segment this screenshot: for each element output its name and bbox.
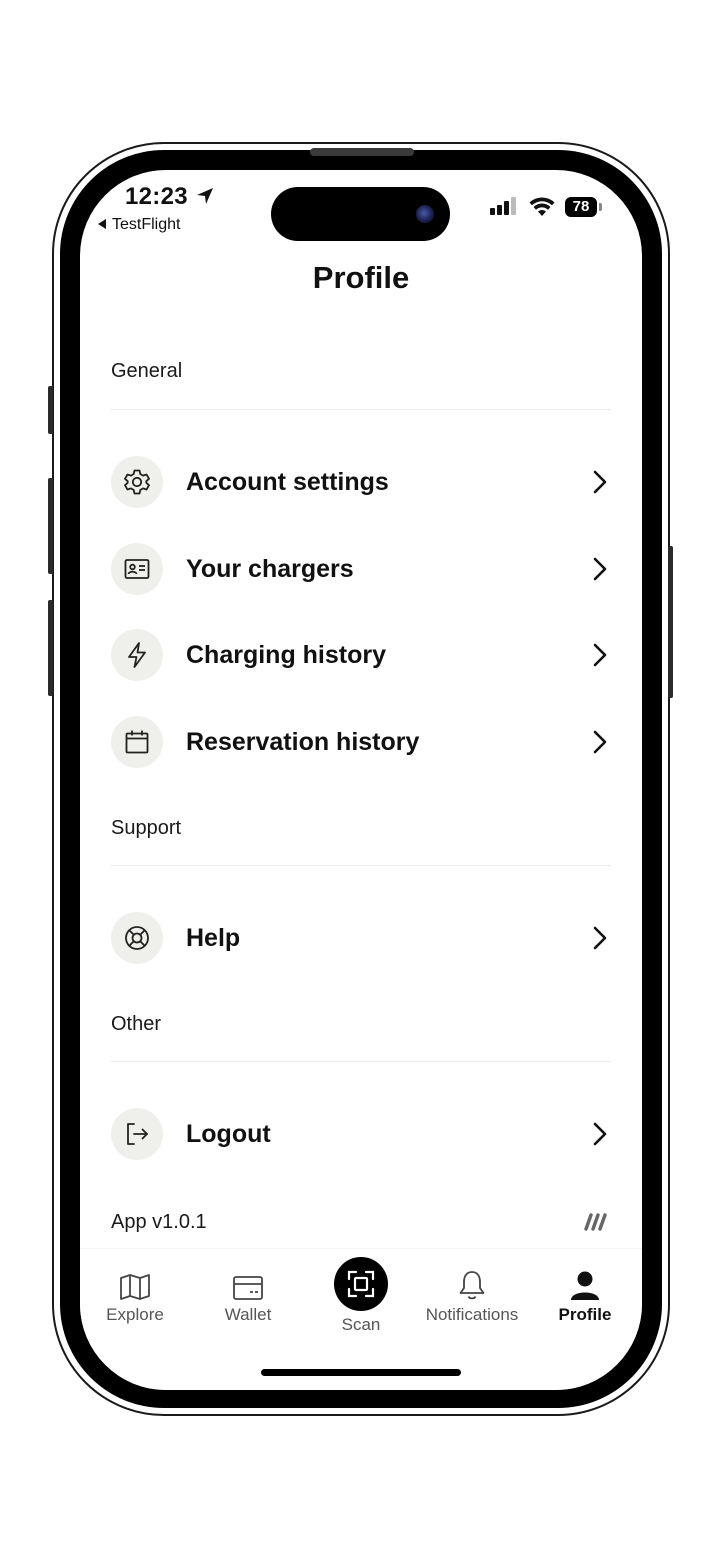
battery-tip (599, 203, 602, 211)
menu-item-help[interactable]: Help (111, 910, 611, 966)
camera-icon (416, 205, 434, 223)
page-title: Profile (312, 260, 410, 295)
map-icon (80, 1267, 190, 1301)
tab-label: Notifications (425, 1305, 519, 1324)
wallet-card-icon (193, 1267, 303, 1301)
menu-item-account-settings[interactable]: Account settings (111, 454, 611, 510)
tab-label-scan: Scan (341, 1315, 381, 1334)
lifebuoy-icon (111, 912, 163, 964)
lightning-icon (111, 629, 163, 681)
action-button (48, 386, 53, 434)
battery-indicator: 78 (565, 197, 597, 217)
section-label-support: Support (111, 817, 182, 839)
menu-item-reservation-history[interactable]: Reservation history (111, 714, 611, 770)
chevron-right-icon (593, 643, 607, 667)
calendar-icon (111, 716, 163, 768)
device-stage: 12:23 TestFlight 78 Profile General Acco… (0, 0, 720, 1558)
back-triangle-icon (98, 219, 106, 229)
menu-item-label: Account settings (186, 468, 389, 496)
section-label-general: General (111, 360, 183, 382)
tab-explore[interactable]: Explore (80, 1267, 190, 1325)
menu-item-label: Help (186, 924, 241, 952)
tab-wallet[interactable]: Wallet (193, 1267, 303, 1325)
menu-item-label: Your chargers (186, 555, 354, 583)
menu-item-charging-history[interactable]: Charging history (111, 627, 611, 683)
tab-label: Wallet (224, 1305, 272, 1324)
phone-screen: 12:23 TestFlight 78 Profile General Acco… (80, 170, 642, 1390)
divider (111, 865, 611, 866)
menu-item-label: Reservation history (186, 728, 420, 756)
power-button (668, 546, 673, 698)
tab-profile[interactable]: Profile (530, 1267, 640, 1325)
wifi-icon (529, 197, 555, 216)
status-time: 12:23 (125, 183, 188, 210)
menu-item-logout[interactable]: Logout (111, 1106, 611, 1162)
location-arrow-icon (197, 188, 213, 204)
menu-item-label: Charging history (186, 641, 387, 669)
volume-down-button (48, 600, 53, 696)
back-to-app-link[interactable]: TestFlight (98, 216, 180, 234)
cellular-signal-icon (490, 197, 516, 215)
divider (111, 1061, 611, 1062)
app-version: App v1.0.1 (111, 1211, 207, 1233)
person-icon (530, 1267, 640, 1301)
chevron-right-icon (593, 557, 607, 581)
tab-scan[interactable] (334, 1257, 388, 1311)
logout-icon (111, 1108, 163, 1160)
menu-item-your-chargers[interactable]: Your chargers (111, 541, 611, 597)
tab-notifications[interactable]: Notifications (417, 1267, 527, 1325)
gear-icon (111, 456, 163, 508)
bell-icon (417, 1267, 527, 1301)
dynamic-island (271, 187, 450, 241)
chevron-right-icon (593, 470, 607, 494)
id-card-icon (111, 543, 163, 595)
chevron-right-icon (593, 730, 607, 754)
home-indicator[interactable] (261, 1369, 461, 1376)
tab-label: Profile (558, 1305, 612, 1324)
brand-logo-icon (584, 1213, 607, 1231)
back-app-label: TestFlight (112, 216, 181, 233)
speaker-slit (310, 148, 414, 156)
chevron-right-icon (593, 926, 607, 950)
divider (111, 409, 611, 410)
volume-up-button (48, 478, 53, 574)
tab-label: Explore (106, 1305, 164, 1324)
section-label-other: Other (111, 1013, 162, 1035)
menu-item-label: Logout (186, 1120, 271, 1148)
chevron-right-icon (593, 1122, 607, 1146)
scan-icon (347, 1270, 375, 1298)
